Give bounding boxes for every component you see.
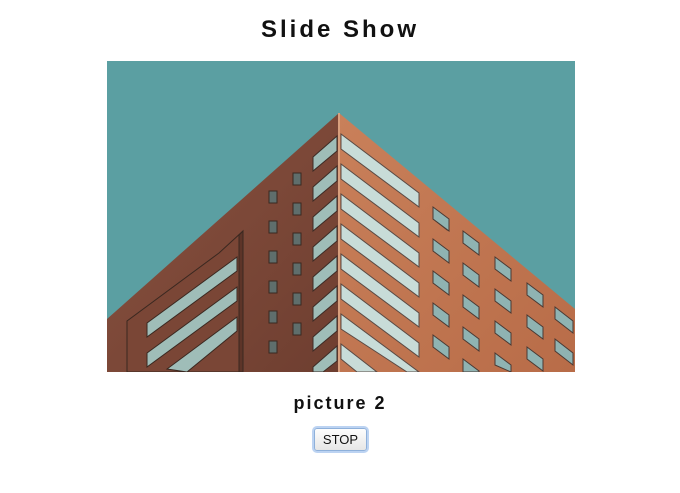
slide-caption: picture 2	[293, 393, 387, 413]
building-photo	[107, 61, 575, 372]
stop-button[interactable]: STOP	[314, 428, 367, 451]
slide-image	[107, 61, 575, 372]
page-title: Slide Show	[260, 16, 419, 43]
